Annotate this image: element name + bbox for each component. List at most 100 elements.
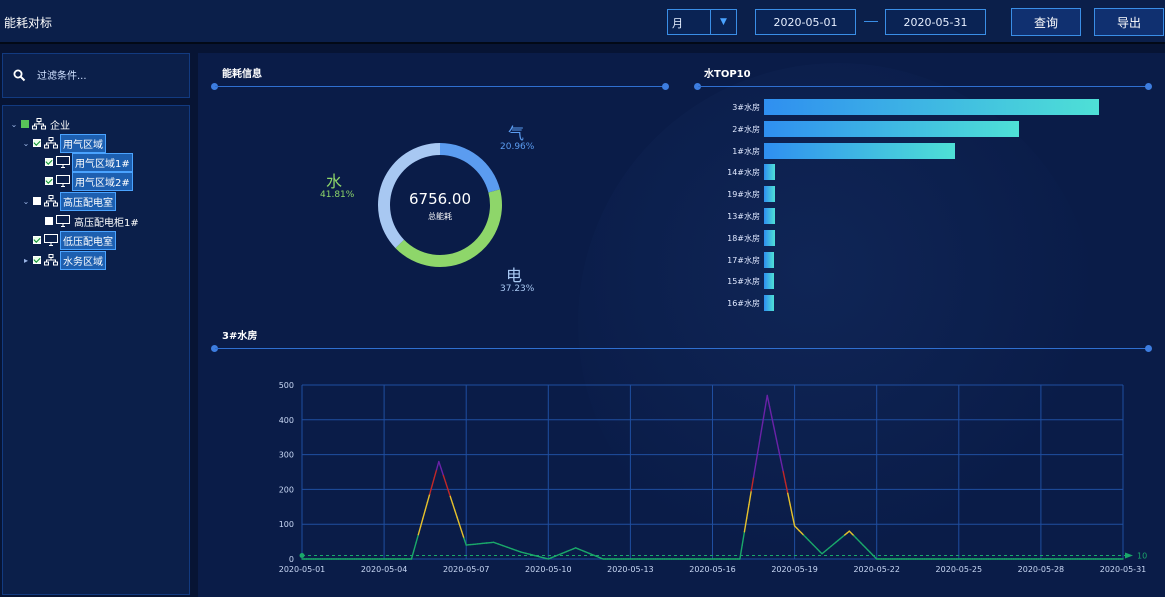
- divider: [215, 86, 665, 87]
- monitor-icon: [56, 156, 70, 168]
- series-line-segment: [773, 427, 778, 440]
- series-line-segment: [784, 481, 789, 495]
- tree-node-label: 用气区域1#: [72, 152, 133, 172]
- tree-checkbox[interactable]: [33, 139, 41, 147]
- tree-checkbox[interactable]: [33, 256, 41, 264]
- bar-label: 17#水房: [727, 255, 760, 265]
- y-tick-label: 300: [279, 451, 294, 460]
- series-line-segment: [442, 474, 447, 484]
- trend-line-chart: 0 100 200 300 400 500 2020-05-01 2020-05-04 2020…: [279, 381, 1147, 574]
- bar[interactable]: [764, 251, 775, 268]
- org-icon: [44, 137, 58, 149]
- legend-water-pct: 41.81%: [320, 190, 355, 200]
- tree-checkbox[interactable]: [45, 177, 53, 185]
- start-date-input[interactable]: 2020-05-01: [755, 9, 856, 35]
- tree-node-root[interactable]: ⌄ 企业: [9, 116, 72, 132]
- bar-label: 13#水房: [727, 212, 760, 221]
- bar[interactable]: [764, 273, 775, 290]
- series-line-segment: [415, 533, 420, 544]
- x-tick-label: 2020-05-07: [443, 565, 490, 574]
- x-tick-label: 2020-05-22: [853, 565, 900, 574]
- legend-power-pct: 37.23%: [500, 284, 535, 294]
- bar[interactable]: [764, 142, 956, 159]
- bar[interactable]: [764, 164, 776, 181]
- tree-node-label: 用气区域: [60, 133, 106, 153]
- series-line-segment: [431, 477, 435, 487]
- bar[interactable]: [764, 295, 774, 312]
- series-line-segment: [449, 495, 454, 505]
- divider-dot: [1145, 83, 1152, 90]
- filter-panel: [2, 53, 190, 98]
- tree-node-water-area[interactable]: ▸ 水务区域: [21, 250, 106, 270]
- bar[interactable]: [764, 99, 1099, 115]
- expand-icon[interactable]: ▸: [21, 256, 31, 265]
- x-tick-label: 2020-05-16: [689, 565, 736, 574]
- donut-total-label: 总能耗: [428, 212, 452, 221]
- series-line-segment: [447, 488, 451, 498]
- bar-label: 18#水房: [727, 233, 760, 243]
- series-line-segment: [454, 509, 458, 518]
- tree-node-label: 用气区域2#: [72, 171, 133, 191]
- page-title: 能耗对标: [4, 16, 53, 30]
- tree-checkbox[interactable]: [33, 197, 41, 205]
- series-line-segment: [460, 530, 465, 539]
- donut-slice[interactable]: [440, 143, 501, 193]
- main-panel: 能耗信息 6756.00 总能耗 气 20.96% 水 41.81% 电 37.…: [198, 53, 1165, 597]
- org-icon: [32, 118, 46, 130]
- series-line-segment: [746, 503, 750, 519]
- bar[interactable]: [764, 120, 1019, 137]
- org-icon: [44, 254, 58, 266]
- tree-node-gas-area[interactable]: ⌄ 用气区域: [21, 133, 106, 153]
- monitor-icon: [56, 215, 70, 227]
- export-button[interactable]: 导出: [1094, 8, 1164, 36]
- series-line-segment: [435, 460, 440, 471]
- collapse-icon[interactable]: ⌄: [9, 120, 19, 129]
- reference-label: 10: [1137, 552, 1147, 561]
- top10-title: 水TOP10: [704, 69, 751, 80]
- bar[interactable]: [764, 208, 775, 224]
- series-line-segment: [419, 517, 424, 528]
- series-line-segment: [444, 481, 449, 491]
- divider-dot: [1145, 345, 1152, 352]
- end-date-input[interactable]: 2020-05-31: [885, 9, 986, 35]
- series-line-segment: [750, 476, 755, 492]
- legend-gas-pct: 20.96%: [500, 142, 535, 152]
- tree-checkbox[interactable]: [45, 217, 53, 225]
- x-tick-label: 2020-05-25: [936, 565, 983, 574]
- chevron-down-icon[interactable]: ▼: [710, 10, 736, 34]
- y-tick-label: 500: [279, 381, 294, 390]
- series-line-segment: [759, 421, 764, 438]
- query-button[interactable]: 查询: [1011, 8, 1081, 36]
- period-select[interactable]: 月 ▼: [667, 9, 737, 35]
- tree-node-hv-room[interactable]: ⌄ 高压配电室: [21, 191, 116, 211]
- tree-checkbox[interactable]: [45, 158, 53, 166]
- x-tick-label: 2020-05-28: [1018, 565, 1065, 574]
- bar[interactable]: [764, 229, 775, 246]
- series-line-segment: [410, 550, 415, 560]
- y-tick-label: 200: [279, 485, 294, 494]
- filter-input[interactable]: [37, 67, 177, 85]
- tree-node-gas-area-1[interactable]: 用气区域1#: [43, 152, 133, 172]
- date-range-separator: [864, 21, 878, 22]
- tree-node-lv-room[interactable]: 低压配电室: [31, 230, 116, 250]
- bar[interactable]: [764, 186, 775, 203]
- period-select-value: 月: [672, 17, 683, 30]
- energy-info-title: 能耗信息: [222, 69, 262, 80]
- bar-label: 15#水房: [727, 277, 760, 287]
- collapse-icon[interactable]: ⌄: [21, 139, 31, 148]
- tree-node-hv-cabinet-1[interactable]: 高压配电柜1#: [43, 213, 141, 229]
- x-tick-label: 2020-05-31: [1100, 565, 1147, 574]
- tree-checkbox[interactable]: [21, 120, 29, 128]
- series-line-segment: [456, 516, 461, 525]
- collapse-icon[interactable]: ⌄: [21, 197, 31, 206]
- tree-node-gas-area-2[interactable]: 用气区域2#: [43, 171, 133, 191]
- series-line-segment: [739, 544, 743, 560]
- tree-checkbox[interactable]: [33, 236, 41, 244]
- y-tick-label: 100: [279, 520, 294, 529]
- trend-title: 3#水房: [222, 331, 258, 342]
- x-tick-label: 2020-05-13: [607, 565, 654, 574]
- series-line-segment: [789, 503, 794, 516]
- series-line-segment: [761, 408, 766, 424]
- bar-label: 16#水房: [727, 299, 760, 309]
- x-tick-label: 2020-05-10: [525, 565, 572, 574]
